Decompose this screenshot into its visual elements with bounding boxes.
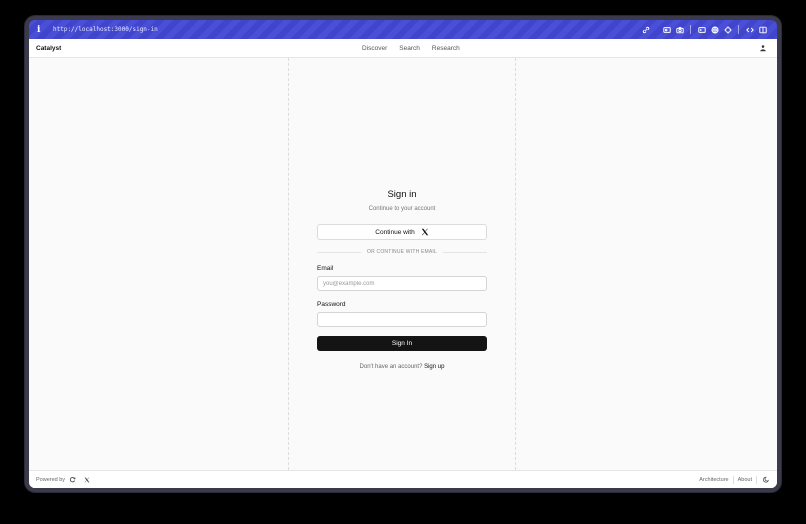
browser-window: i http://localhost:3000/sign-in Catalyst… bbox=[25, 16, 781, 492]
info-icon[interactable]: i bbox=[37, 25, 49, 35]
footer-links: Architecture About bbox=[699, 475, 770, 484]
nav-link-research[interactable]: Research bbox=[432, 45, 460, 52]
refresh-logo-icon[interactable] bbox=[69, 476, 76, 483]
signup-prompt-text: Don't have an account? bbox=[359, 364, 423, 370]
x-social-icon[interactable] bbox=[84, 477, 90, 483]
email-field[interactable] bbox=[317, 276, 487, 291]
footer: Powered by Architecture About bbox=[29, 470, 777, 488]
nav-links: Discover Search Research bbox=[362, 39, 460, 58]
terminal-icon[interactable] bbox=[696, 25, 708, 35]
column-guide-right bbox=[515, 58, 516, 470]
code-icon[interactable] bbox=[744, 25, 756, 35]
user-icon[interactable] bbox=[759, 44, 767, 52]
footer-separator bbox=[732, 475, 734, 484]
toolbar-separator bbox=[690, 25, 691, 34]
page-title: Sign in bbox=[387, 189, 417, 200]
globe-icon[interactable] bbox=[709, 25, 721, 35]
url-bar[interactable]: i http://localhost:3000/sign-in bbox=[29, 20, 777, 39]
sign-in-card: Sign in Continue to your account Continu… bbox=[317, 189, 487, 370]
footer-link-about[interactable]: About bbox=[738, 477, 752, 483]
sign-in-button[interactable]: Sign In bbox=[317, 336, 487, 351]
page-subtitle: Continue to your account bbox=[368, 206, 436, 212]
column-guide-left bbox=[288, 58, 289, 470]
theme-toggle-icon[interactable] bbox=[763, 476, 770, 483]
camera-icon[interactable] bbox=[674, 25, 686, 35]
url-text[interactable]: http://localhost:3000/sign-in bbox=[53, 26, 639, 33]
id-card-icon[interactable] bbox=[661, 25, 673, 35]
browser-toolbar bbox=[639, 25, 769, 35]
continue-with-x-button[interactable]: Continue with bbox=[317, 224, 487, 240]
top-nav: Catalyst Discover Search Research bbox=[29, 39, 777, 58]
footer-separator bbox=[756, 475, 757, 484]
divider-line bbox=[442, 251, 487, 253]
nav-link-search[interactable]: Search bbox=[399, 45, 420, 52]
link-icon[interactable] bbox=[640, 25, 652, 35]
divider-line bbox=[317, 251, 362, 253]
divider-text: OR CONTINUE WITH EMAIL bbox=[367, 249, 437, 255]
sidebar-icon[interactable] bbox=[757, 25, 769, 35]
x-logo-icon bbox=[421, 228, 428, 236]
password-field[interactable] bbox=[317, 312, 487, 327]
powered-by-text: Powered by bbox=[36, 476, 66, 483]
sign-up-link[interactable]: Sign up bbox=[424, 364, 444, 370]
page: Catalyst Discover Search Research Sign i… bbox=[29, 39, 777, 488]
crosshair-icon[interactable] bbox=[722, 25, 734, 35]
continue-with-label: Continue with bbox=[375, 228, 415, 236]
toolbar-separator bbox=[738, 25, 739, 34]
signup-prompt: Don't have an account? Sign up bbox=[317, 364, 487, 370]
footer-link-architecture[interactable]: Architecture bbox=[699, 477, 728, 483]
nav-link-discover[interactable]: Discover bbox=[362, 45, 387, 52]
password-label: Password bbox=[317, 301, 346, 308]
email-label: Email bbox=[317, 265, 334, 272]
brand-logo[interactable]: Catalyst bbox=[36, 45, 61, 52]
or-divider: OR CONTINUE WITH EMAIL bbox=[317, 249, 487, 255]
